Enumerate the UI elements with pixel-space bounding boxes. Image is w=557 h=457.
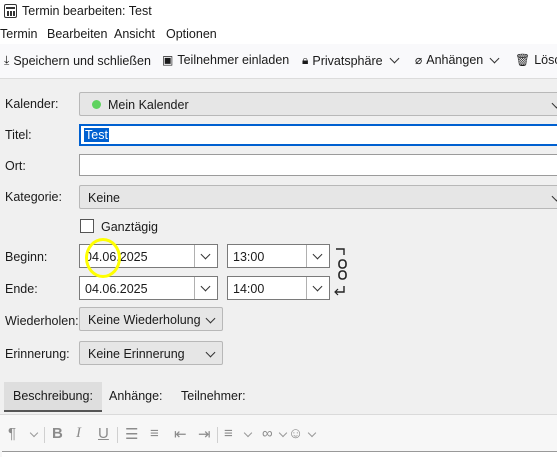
align-icon[interactable]: ≡ [224, 425, 233, 442]
location-input[interactable] [79, 154, 557, 176]
title-value: Test [84, 128, 109, 142]
privacy-button[interactable]: 🔒︎ Privatsphäre [302, 53, 400, 68]
start-time-picker[interactable]: 13:00 [227, 244, 330, 268]
underline-icon[interactable]: U [98, 425, 109, 442]
tab-attachments[interactable]: Anhänge: [100, 382, 172, 410]
calendar-select[interactable]: Mein Kalender [79, 92, 557, 116]
outdent-icon[interactable]: ⇤ [174, 425, 187, 443]
numbered-list-icon[interactable]: ≡ [150, 425, 159, 442]
separator [44, 427, 45, 443]
category-value: Keine [88, 191, 120, 205]
menu-optionen[interactable]: Optionen [166, 27, 217, 41]
end-time-value: 14:00 [233, 282, 265, 296]
separator [117, 427, 118, 443]
end-date-picker[interactable]: 04.06.2025 [79, 276, 218, 300]
category-select[interactable]: Keine [79, 185, 557, 209]
chevron-down-icon [551, 191, 557, 202]
chevron-down-icon [243, 428, 253, 438]
reminder-label: Erinnerung: [5, 347, 70, 361]
all-day-label: Ganztägig [101, 220, 158, 234]
address-book-icon: ▣ [162, 53, 174, 67]
save-close-button[interactable]: ⤓ Speichern und schließen [4, 53, 151, 68]
calendar-color-dot [92, 100, 101, 109]
end-time-dropdown-button[interactable] [306, 277, 329, 299]
repeat-select[interactable]: Keine Wiederholung [79, 307, 223, 331]
chevron-down-icon [205, 347, 216, 358]
description-editor[interactable] [2, 451, 557, 457]
window-title: Termin bearbeiten: Test [22, 4, 152, 18]
chevron-down-icon [389, 53, 400, 64]
all-day-checkbox[interactable] [80, 219, 94, 233]
title-bar: Termin bearbeiten: Test [0, 0, 557, 24]
highlight-circle [85, 238, 121, 278]
chevron-down-icon [278, 428, 288, 438]
invite-attendees-button[interactable]: ▣ Teilnehmer einladen [162, 53, 289, 67]
trash-icon: 🗑︎ [515, 53, 531, 67]
start-time-dropdown-button[interactable] [306, 245, 329, 267]
calendar-label: Kalender: [5, 97, 59, 111]
paragraph-icon[interactable]: ¶ [8, 425, 16, 442]
start-date-dropdown-button[interactable] [194, 245, 217, 267]
emoji-icon[interactable]: ☺ [288, 425, 303, 442]
paperclip-icon: ⌀ [415, 53, 423, 67]
reminder-select[interactable]: Keine Erinnerung [79, 341, 223, 365]
repeat-label: Wiederholen: [5, 314, 79, 328]
italic-icon[interactable]: I [76, 425, 81, 442]
title-input[interactable]: Test [79, 124, 557, 146]
indent-icon[interactable]: ⇥ [198, 425, 211, 443]
chevron-down-icon [307, 428, 317, 438]
bullet-list-icon[interactable]: ☰ [125, 425, 138, 443]
menu-bar: Termin Bearbeiten Ansicht Optionen [0, 24, 557, 44]
end-label: Ende: [5, 282, 38, 296]
start-time-value: 13:00 [233, 250, 265, 264]
toolbar: ⤓ Speichern und schließen ▣ Teilnehmer e… [0, 44, 557, 79]
lock-icon: 🔒︎ [302, 53, 309, 67]
location-label: Ort: [5, 159, 26, 173]
link-icon[interactable]: ∞ [262, 425, 273, 442]
chevron-down-icon [205, 313, 216, 324]
tab-description[interactable]: Beschreibung: [4, 382, 102, 412]
menu-bearbeiten[interactable]: Bearbeiten [47, 27, 107, 41]
title-label: Titel: [5, 128, 32, 142]
end-date-value: 04.06.2025 [85, 282, 148, 296]
calendar-icon [4, 4, 17, 18]
separator [217, 427, 218, 443]
detail-tabs: Beschreibung: Anhänge: Teilnehmer: [0, 380, 557, 414]
reminder-value: Keine Erinnerung [88, 347, 185, 361]
menu-termin[interactable]: Termin [0, 27, 38, 41]
start-label: Beginn: [5, 250, 48, 264]
end-date-dropdown-button[interactable] [194, 277, 217, 299]
repeat-value: Keine Wiederholung [88, 313, 201, 327]
chevron-down-icon [29, 428, 39, 438]
chevron-down-icon [489, 53, 500, 63]
tab-attendees[interactable]: Teilnehmer: [172, 382, 255, 410]
link-times-icon[interactable] [334, 246, 350, 298]
save-icon: ⤓ [4, 53, 10, 67]
chevron-down-icon [551, 98, 557, 109]
bold-icon[interactable]: B [52, 425, 63, 442]
calendar-value: Mein Kalender [108, 98, 189, 112]
delete-button[interactable]: 🗑︎ Lösch [515, 53, 557, 67]
end-time-picker[interactable]: 14:00 [227, 276, 330, 300]
menu-ansicht[interactable]: Ansicht [114, 27, 155, 41]
category-label: Kategorie: [5, 190, 62, 204]
attach-button[interactable]: ⌀ Anhängen [415, 53, 500, 67]
